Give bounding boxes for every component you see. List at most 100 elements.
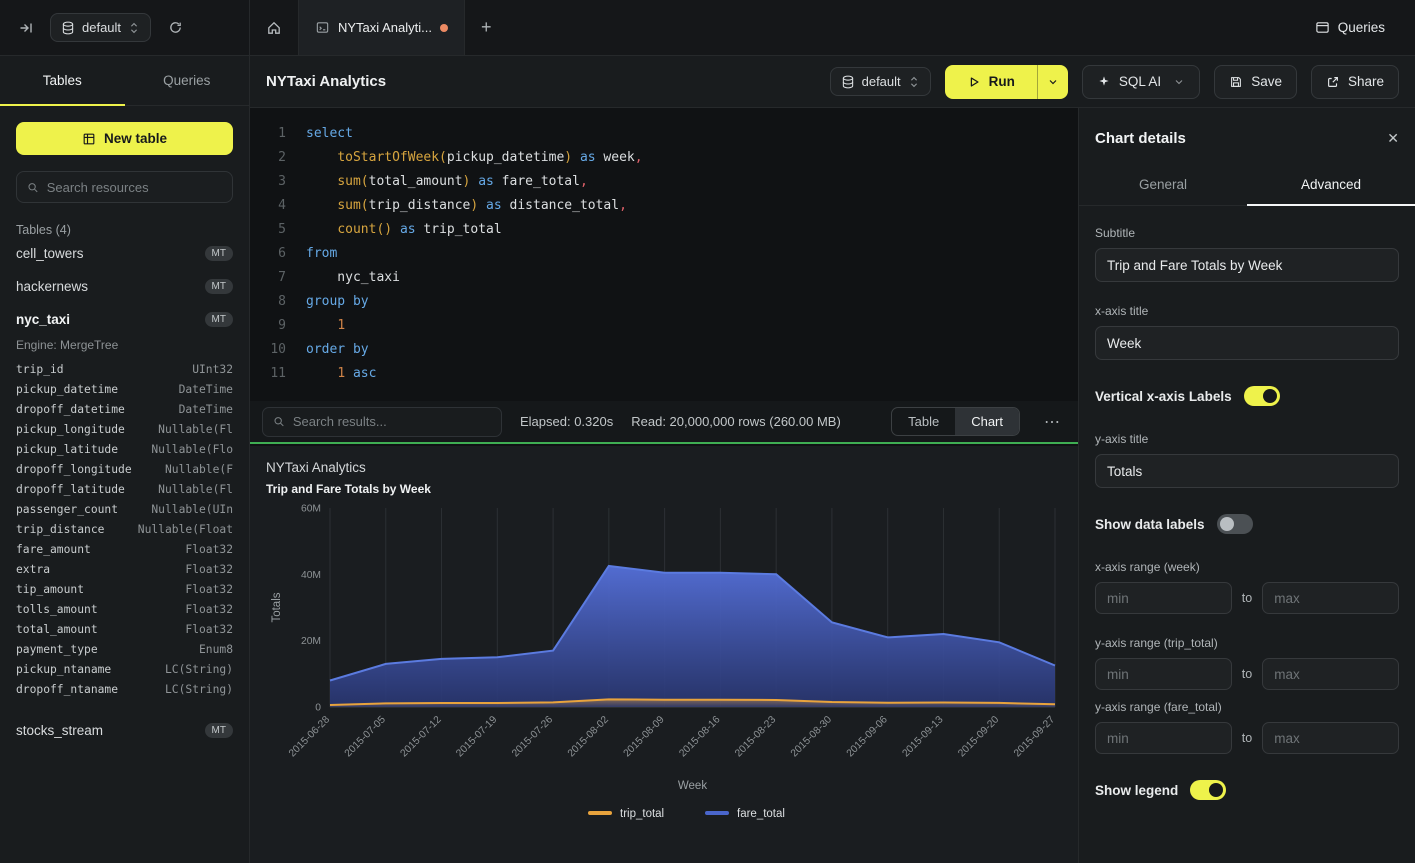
y-range-fare-min-input[interactable] (1095, 722, 1232, 754)
column-type: DateTime (179, 400, 233, 420)
svg-text:60M: 60M (301, 504, 321, 515)
column-row: dropoff_longitudeNullable(F (16, 460, 233, 480)
svg-text:20M: 20M (301, 636, 321, 647)
code-line: 11 1 asc (260, 362, 1078, 386)
run-button-label: Run (989, 74, 1015, 89)
sidebar-tab-tables[interactable]: Tables (0, 56, 125, 105)
line-code: nyc_taxi (306, 266, 400, 290)
run-button[interactable]: Run (945, 65, 1037, 99)
svg-text:2015-09-27: 2015-09-27 (1012, 714, 1057, 759)
line-code: 1 asc (306, 362, 376, 386)
column-type: LC(String) (165, 680, 233, 700)
area-chart[interactable]: 020M40M60M2015-06-282015-07-052015-07-12… (250, 499, 1078, 863)
column-type: Nullable(Float (138, 520, 233, 540)
new-table-label: New table (104, 131, 167, 146)
y-axis-title-input[interactable] (1095, 454, 1399, 488)
vertical-x-labels-toggle[interactable] (1244, 386, 1280, 406)
chevron-updown-icon (128, 21, 140, 35)
tab-title: NYTaxi Analyti... (338, 20, 432, 35)
rows-read: Read: 20,000,000 rows (260.00 MB) (631, 414, 841, 429)
share-button[interactable]: Share (1311, 65, 1399, 99)
resource-search-input[interactable] (47, 180, 222, 195)
x-axis-title-field: x-axis title (1095, 304, 1399, 360)
save-button[interactable]: Save (1214, 65, 1297, 99)
show-data-labels-toggle[interactable] (1217, 514, 1253, 534)
column-row: fare_amountFloat32 (16, 540, 233, 560)
line-number: 3 (260, 170, 286, 194)
column-row: dropoff_ntanameLC(String) (16, 680, 233, 700)
vertical-x-labels-label: Vertical x-axis Labels (1095, 389, 1232, 404)
subtitle-input[interactable] (1095, 248, 1399, 282)
x-axis-title-label: x-axis title (1095, 304, 1399, 318)
line-number: 8 (260, 290, 286, 314)
new-tab-button[interactable]: + (465, 0, 508, 55)
home-tab[interactable] (250, 0, 299, 55)
new-table-button[interactable]: New table (16, 122, 233, 155)
table-name: stocks_stream (16, 723, 103, 738)
table-row-cell_towers[interactable]: cell_towersMT (16, 237, 233, 270)
refresh-button[interactable] (161, 14, 189, 42)
line-code: order by (306, 338, 369, 362)
column-name: tolls_amount (16, 600, 98, 620)
database-selector[interactable]: default (50, 13, 151, 42)
subtitle-field: Subtitle (1095, 226, 1399, 282)
collapse-sidebar-button[interactable] (12, 14, 40, 42)
run-options-button[interactable] (1037, 65, 1068, 99)
refresh-icon (168, 20, 183, 35)
results-search-input[interactable] (293, 414, 491, 429)
y-axis-range-fare-label: y-axis range (fare_total) (1095, 700, 1399, 714)
tab-nytaxi-analytics[interactable]: NYTaxi Analyti... (299, 0, 465, 55)
query-database-value: default (862, 74, 901, 89)
topbar: default NYTaxi Analyti... + Queries (0, 0, 1415, 56)
column-row: tolls_amountFloat32 (16, 600, 233, 620)
y-range-fare-max-input[interactable] (1262, 722, 1399, 754)
subtitle-label: Subtitle (1095, 226, 1399, 240)
queries-button[interactable]: Queries (1305, 12, 1395, 43)
svg-text:fare_total: fare_total (737, 808, 785, 820)
line-number: 10 (260, 338, 286, 362)
sidebar-tab-queries[interactable]: Queries (125, 56, 250, 105)
svg-text:0: 0 (315, 703, 321, 714)
show-data-labels-row: Show data labels (1095, 514, 1399, 534)
sql-ai-button[interactable]: SQL AI (1082, 65, 1200, 99)
save-button-label: Save (1251, 74, 1282, 89)
sql-editor[interactable]: 1select2 toStartOfWeek(pickup_datetime) … (250, 108, 1078, 401)
table-view-button[interactable]: Table (892, 408, 955, 435)
x-range-min-input[interactable] (1095, 582, 1232, 614)
chevron-updown-icon (908, 75, 920, 89)
close-icon[interactable]: ✕ (1387, 130, 1399, 147)
engine-badge: MT (205, 723, 233, 738)
x-axis-title-input[interactable] (1095, 326, 1399, 360)
code-line: 4 sum(trip_distance) as distance_total, (260, 194, 1078, 218)
engine-badge: MT (205, 312, 233, 327)
range-to-label: to (1242, 667, 1252, 681)
code-line: 7 nyc_taxi (260, 266, 1078, 290)
column-name: pickup_latitude (16, 440, 118, 460)
table-grid-icon (82, 132, 96, 146)
column-type: Nullable(Flo (151, 440, 233, 460)
table-row-nyc_taxi[interactable]: nyc_taxiMT (16, 303, 233, 336)
more-options-icon[interactable]: ⋯ (1038, 408, 1066, 436)
svg-text:2015-08-16: 2015-08-16 (677, 714, 722, 759)
query-header: NYTaxi Analytics default Run SQL AI Save (250, 56, 1415, 108)
tab-strip: NYTaxi Analyti... + (250, 0, 1305, 55)
line-number: 4 (260, 194, 286, 218)
tab-advanced[interactable]: Advanced (1247, 165, 1415, 205)
sidebar-body: New table Tables (4) cell_towersMThacker… (0, 106, 249, 763)
table-row-hackernews[interactable]: hackernewsMT (16, 270, 233, 303)
column-row: pickup_datetimeDateTime (16, 380, 233, 400)
y-range-trip-max-input[interactable] (1262, 658, 1399, 690)
chart-view-button[interactable]: Chart (955, 408, 1019, 435)
column-type: Nullable(Fl (158, 480, 233, 500)
code-line: 3 sum(total_amount) as fare_total, (260, 170, 1078, 194)
x-range-max-input[interactable] (1262, 582, 1399, 614)
show-legend-toggle[interactable] (1190, 780, 1226, 800)
y-range-trip-min-input[interactable] (1095, 658, 1232, 690)
query-database-selector[interactable]: default (830, 67, 931, 96)
tab-general[interactable]: General (1079, 165, 1247, 205)
column-type: LC(String) (165, 660, 233, 680)
line-number: 1 (260, 122, 286, 146)
line-number: 7 (260, 266, 286, 290)
table-row-stocks_stream[interactable]: stocks_stream MT (16, 714, 233, 747)
svg-text:2015-07-19: 2015-07-19 (454, 714, 499, 759)
